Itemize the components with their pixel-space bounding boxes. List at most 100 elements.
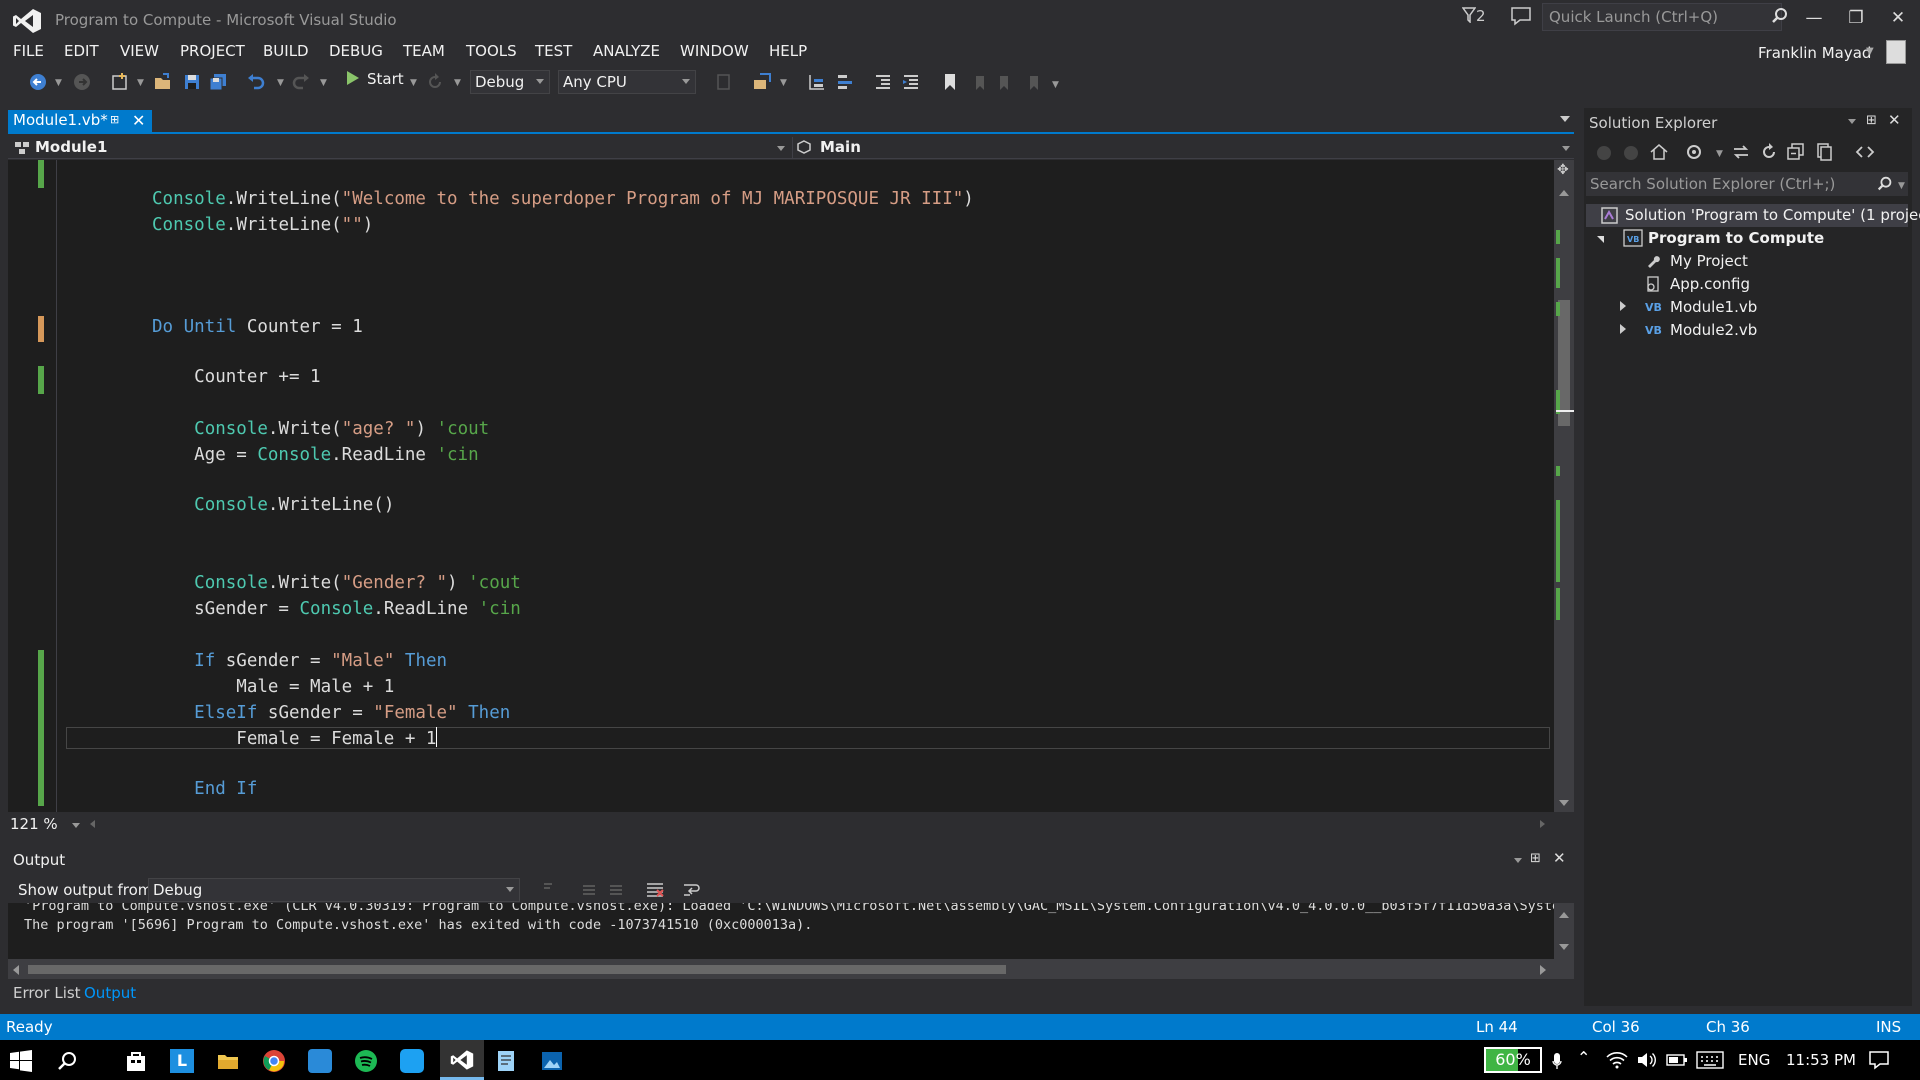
split-window-icon[interactable]: ✥ <box>1557 162 1569 178</box>
code-line[interactable]: Male = Male + 1 <box>152 676 394 698</box>
menu-test[interactable]: TEST <box>535 42 572 60</box>
menu-file[interactable]: FILE <box>13 42 44 60</box>
tree-item-module1[interactable]: Module1.vb <box>1670 298 1757 316</box>
code-line[interactable]: Do Until Counter = 1 <box>152 316 363 338</box>
menu-analyze[interactable]: ANALYZE <box>593 42 660 60</box>
undo-icon[interactable] <box>246 72 266 92</box>
code-line[interactable]: sGender = Console.ReadLine 'cin <box>152 598 521 620</box>
collapse-all-icon[interactable] <box>1786 142 1806 162</box>
open-file-icon[interactable] <box>153 72 173 92</box>
chrome-icon[interactable] <box>262 1049 286 1073</box>
show-hidden-icons-icon[interactable]: ⌃ <box>1577 1048 1590 1067</box>
output-source-select[interactable]: Debug <box>148 878 520 902</box>
clear-bookmarks-icon[interactable] <box>1024 72 1044 92</box>
tab-overflow-icon[interactable] <box>1560 116 1570 122</box>
configuration-select[interactable]: Debug <box>470 70 550 94</box>
tab-output[interactable]: Output <box>84 984 136 1002</box>
file-explorer-icon[interactable] <box>216 1049 240 1073</box>
code-line[interactable]: Console.WriteLine() <box>152 494 394 516</box>
find-message-icon[interactable] <box>540 880 560 900</box>
spotify-icon[interactable] <box>354 1049 378 1073</box>
close-window-button[interactable]: ✕ <box>1880 4 1916 32</box>
user-name[interactable]: Franklin Mayad <box>1758 44 1871 62</box>
menu-team[interactable]: TEAM <box>403 42 445 60</box>
windows-start-icon[interactable] <box>10 1050 32 1072</box>
chevron-down-icon[interactable] <box>777 146 785 151</box>
close-panel-icon[interactable]: ✕ <box>1553 849 1566 867</box>
avatar[interactable] <box>1886 40 1906 64</box>
solution-config-icon[interactable] <box>752 72 772 92</box>
restore-button[interactable]: ❐ <box>1838 4 1874 32</box>
search-icon[interactable] <box>1770 6 1790 26</box>
wifi-icon[interactable] <box>1606 1051 1628 1069</box>
back-icon[interactable] <box>1594 143 1614 163</box>
chevron-down-icon[interactable]: ▼ <box>1898 181 1905 191</box>
menu-build[interactable]: BUILD <box>263 42 309 60</box>
menu-window[interactable]: WINDOW <box>680 42 749 60</box>
member-dropdown[interactable]: Main <box>820 138 861 156</box>
type-dropdown[interactable]: Module1 <box>35 138 107 156</box>
scroll-right-icon[interactable] <box>1540 965 1546 975</box>
code-line[interactable]: Console.WriteLine("Welcome to the superd… <box>152 188 974 210</box>
code-line[interactable]: If sGender = "Male" Then <box>152 650 447 672</box>
save-icon[interactable] <box>182 72 202 92</box>
chevron-down-icon[interactable]: ▼ <box>137 78 144 88</box>
scroll-up-icon[interactable] <box>1559 912 1569 918</box>
notifications-filter-button[interactable]: 2 <box>1461 7 1486 25</box>
pin-icon[interactable]: ⊞ <box>110 113 119 126</box>
next-message-icon[interactable] <box>606 880 626 900</box>
previous-message-icon[interactable] <box>579 880 599 900</box>
close-tab-icon[interactable]: ✕ <box>132 111 145 130</box>
scroll-left-icon[interactable] <box>13 965 19 975</box>
menu-view[interactable]: VIEW <box>120 42 159 60</box>
scroll-up-icon[interactable] <box>1559 190 1569 196</box>
expand-arrow-icon[interactable] <box>1620 324 1626 334</box>
solution-label[interactable]: Solution 'Program to Compute' (1 project… <box>1625 206 1920 224</box>
code-line[interactable]: End If <box>152 778 257 800</box>
clock[interactable]: 11:53 PM <box>1786 1051 1856 1069</box>
chevron-down-icon[interactable]: ▼ <box>454 78 461 88</box>
tree-item-my-project[interactable]: My Project <box>1670 252 1748 270</box>
navigate-back-icon[interactable] <box>28 72 48 92</box>
scrollbar-thumb[interactable] <box>28 965 1006 974</box>
scroll-left-icon[interactable] <box>90 820 95 828</box>
chevron-down-icon[interactable] <box>1848 119 1856 124</box>
code-line[interactable]: Female = Female + 1 <box>152 727 438 750</box>
indent-icon[interactable] <box>901 72 921 92</box>
forward-icon[interactable] <box>1621 143 1641 163</box>
tree-item-module2[interactable]: Module2.vb <box>1670 321 1757 339</box>
solution-explorer-search-input[interactable]: Search Solution Explorer (Ctrl+;) <box>1586 172 1908 196</box>
expand-arrow-icon[interactable] <box>1620 301 1626 311</box>
outdent-icon[interactable] <box>873 72 893 92</box>
code-line[interactable]: Counter += 1 <box>152 366 320 388</box>
scroll-right-icon[interactable] <box>1540 820 1545 828</box>
power-icon[interactable] <box>1666 1052 1688 1068</box>
code-line[interactable]: Age = Console.ReadLine 'cin <box>152 444 479 466</box>
output-text-area[interactable]: 'Program to Compute.vshost.exe' (CLR v4.… <box>8 903 1554 959</box>
clear-all-icon[interactable] <box>645 880 665 900</box>
toolbar-overflow-icon[interactable]: ▼ <box>1052 80 1059 90</box>
battery-indicator[interactable]: 60% <box>1484 1047 1542 1073</box>
bookmark-icon[interactable] <box>940 72 960 92</box>
chevron-down-icon[interactable]: ▼ <box>277 78 284 88</box>
step-over-icon[interactable] <box>835 72 855 92</box>
pin-icon[interactable]: ⊞ <box>1866 113 1877 128</box>
tab-error-list[interactable]: Error List <box>13 984 81 1002</box>
code-line[interactable]: Console.WriteLine("") <box>152 214 373 236</box>
action-center-icon[interactable] <box>1868 1050 1890 1070</box>
code-line[interactable]: ElseIf sGender = "Female" Then <box>152 702 510 724</box>
chevron-down-icon[interactable]: ▼ <box>1866 46 1874 57</box>
microphone-icon[interactable] <box>1552 1050 1562 1072</box>
search-icon[interactable] <box>56 1050 78 1072</box>
chevron-down-icon[interactable]: ▼ <box>1716 149 1723 159</box>
previous-bookmark-icon[interactable] <box>968 72 988 92</box>
pin-icon[interactable]: ⊞ <box>1530 851 1541 866</box>
chevron-down-icon[interactable]: ▼ <box>55 78 62 88</box>
app-l-icon[interactable]: L <box>170 1049 194 1073</box>
scroll-down-icon[interactable] <box>1559 944 1569 950</box>
volume-icon[interactable] <box>1636 1050 1658 1070</box>
menu-tools[interactable]: TOOLS <box>466 42 517 60</box>
toggle-word-wrap-icon[interactable] <box>682 880 702 900</box>
next-bookmark-icon[interactable] <box>996 72 1016 92</box>
keyboard-icon[interactable] <box>1696 1051 1724 1069</box>
